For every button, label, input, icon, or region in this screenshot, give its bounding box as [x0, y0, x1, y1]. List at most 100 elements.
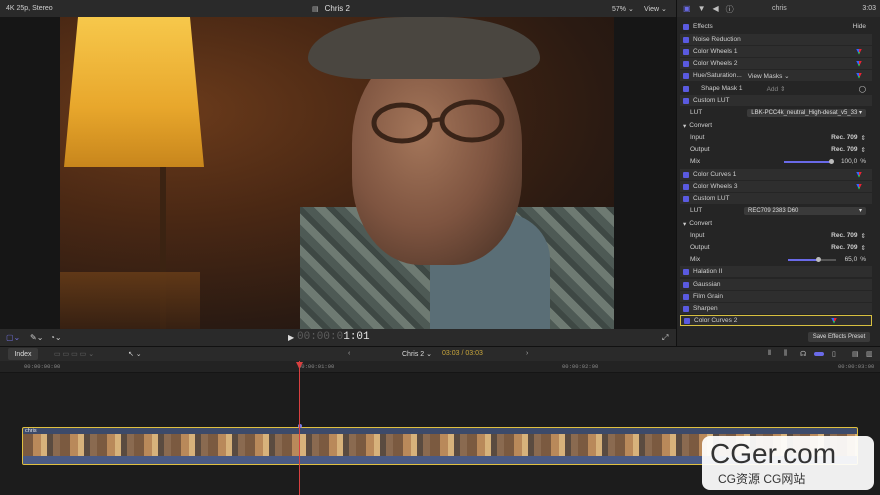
- color-board-icon[interactable]: [856, 72, 862, 79]
- effect-checkbox[interactable]: [683, 36, 689, 43]
- hat-image: [308, 17, 540, 79]
- effect-color-wheels-1[interactable]: Color Wheels 1: [680, 46, 872, 57]
- wand-icon[interactable]: ✎⌄: [30, 333, 43, 342]
- color-inspector-icon[interactable]: ▼: [698, 4, 706, 15]
- effect-sharpen[interactable]: Sharpen: [680, 303, 872, 314]
- mask-shape-icon[interactable]: ◯: [859, 85, 866, 93]
- effect-checkbox[interactable]: [683, 293, 689, 300]
- effect-custom-lut-2[interactable]: Custom LUT: [680, 193, 872, 204]
- view-dropdown[interactable]: View ⌄: [644, 5, 667, 13]
- timeline-project-name[interactable]: Chris 2 ⌄: [402, 350, 432, 358]
- disclosure-triangle-icon[interactable]: ▾: [683, 220, 686, 228]
- effect-checkbox[interactable]: [683, 171, 689, 178]
- color-board-icon[interactable]: [856, 183, 862, 190]
- effect-film-grain[interactable]: Film Grain: [680, 291, 872, 302]
- effect-checkbox[interactable]: [683, 183, 689, 190]
- output-select-1[interactable]: Rec. 709 ⇕: [831, 146, 866, 154]
- clip-tools-icons[interactable]: ▭ ▭ ▭ ▭ ⌄: [54, 350, 94, 358]
- input-row-2: Input Rec. 709 ⇕: [690, 232, 866, 240]
- input-select-1[interactable]: Rec. 709 ⇕: [831, 134, 866, 142]
- mix-slider-1[interactable]: [783, 158, 835, 164]
- mix-row-2: Mix 65,0 %: [690, 256, 866, 263]
- effect-color-wheels-2[interactable]: Color Wheels 2: [680, 58, 872, 69]
- solo-icon[interactable]: [814, 352, 824, 356]
- output-row-2: Output Rec. 709 ⇕: [690, 244, 866, 252]
- effect-color-wheels-3[interactable]: Color Wheels 3: [680, 181, 872, 192]
- effect-checkbox[interactable]: [683, 48, 689, 55]
- effect-gaussian[interactable]: Gaussian: [680, 279, 872, 290]
- effect-hue-saturation[interactable]: Hue/Saturation... View Masks ⌄: [680, 70, 872, 81]
- hide-button[interactable]: Hide: [853, 23, 866, 30]
- effect-checkbox[interactable]: [683, 72, 689, 79]
- convert-header-1[interactable]: ▾ Convert: [680, 120, 872, 131]
- mix-value-1[interactable]: 100,0: [841, 158, 857, 165]
- crop-icon[interactable]: ▢⌄: [6, 333, 20, 342]
- viewer-title: ▤ Chris 2: [312, 4, 350, 13]
- audio-inspector-icon[interactable]: ◀: [712, 4, 718, 15]
- history-forward-icon[interactable]: ›: [526, 350, 528, 357]
- headphones-icon[interactable]: ☊: [800, 350, 806, 358]
- effects-header[interactable]: Effects Hide: [680, 21, 872, 32]
- mix-value-2[interactable]: 65,0: [845, 256, 858, 263]
- slider-knob[interactable]: [829, 158, 835, 164]
- history-back-icon[interactable]: ‹: [348, 350, 350, 357]
- skimming-icon[interactable]: ⫴: [768, 350, 771, 358]
- effect-custom-lut-1[interactable]: Custom LUT: [680, 95, 872, 106]
- effect-color-curves-1[interactable]: Color Curves 1: [680, 169, 872, 180]
- glasses-image: [371, 99, 505, 144]
- effects-checkbox[interactable]: [683, 23, 689, 30]
- view-masks-dropdown[interactable]: View Masks ⌄: [748, 72, 790, 80]
- effect-noise-reduction[interactable]: Noise Reduction: [680, 34, 872, 45]
- effect-checkbox[interactable]: [683, 195, 689, 202]
- ruler-label: 00:00:00:00: [24, 363, 61, 370]
- color-board-icon[interactable]: [856, 171, 862, 178]
- ruler-label: 00:00:01:00: [298, 363, 335, 370]
- zoom-dropdown[interactable]: 57% ⌄: [612, 5, 634, 13]
- effect-checkbox[interactable]: [683, 60, 689, 67]
- index-button[interactable]: Index: [8, 348, 38, 360]
- viewer-format-label: 4K 25p, Stereo: [6, 5, 53, 12]
- effect-checkbox[interactable]: [683, 305, 689, 312]
- disclosure-triangle-icon[interactable]: ▾: [683, 122, 686, 130]
- play-icon[interactable]: ▶: [288, 333, 294, 342]
- viewer-controls: ▢⌄ ✎⌄ ◔⌄ ▶ 00:00:01:01 ⤢: [0, 329, 676, 346]
- inspector-toolbar: ▣ ▼ ◀ ⓘ chris 3:03: [677, 0, 880, 17]
- convert-header-2[interactable]: ▾ Convert: [680, 218, 872, 229]
- mask-checkbox[interactable]: [683, 85, 689, 92]
- timeline-position: 03:03 / 03:03: [442, 350, 483, 357]
- output-select-2[interactable]: Rec. 709 ⇕: [831, 244, 866, 252]
- add-mask-button[interactable]: Add ⇕: [767, 85, 786, 93]
- effect-checkbox[interactable]: [683, 281, 689, 288]
- fullscreen-icon[interactable]: ⤢: [662, 333, 668, 343]
- color-board-icon[interactable]: [856, 48, 862, 55]
- timeline-ruler[interactable]: 00:00:00:00 00:00:01:00 00:00:02:00 00:0…: [0, 361, 880, 373]
- shape-mask-row[interactable]: Shape Mask 1 Add ⇕ ◯: [680, 83, 872, 94]
- color-board-icon[interactable]: [856, 60, 862, 67]
- input-select-2[interactable]: Rec. 709 ⇕: [831, 232, 866, 240]
- video-inspector-icon[interactable]: ▣: [683, 4, 691, 15]
- effect-color-curves-2[interactable]: Color Curves 2: [680, 315, 872, 326]
- video-frame: [60, 17, 614, 329]
- snapping-icon[interactable]: ▯: [832, 350, 836, 358]
- mix-slider-2[interactable]: [787, 256, 836, 262]
- save-effects-preset-button[interactable]: Save Effects Preset: [808, 332, 870, 342]
- inspector-duration: 3:03: [862, 5, 876, 12]
- select-tool-icon[interactable]: ↖ ⌄: [128, 350, 142, 358]
- speed-icon[interactable]: ◔⌄: [50, 333, 62, 342]
- slider-knob[interactable]: [816, 256, 822, 262]
- effect-halation[interactable]: Halation II: [680, 266, 872, 277]
- effect-checkbox[interactable]: [683, 97, 689, 104]
- audio-skimming-icon[interactable]: ⫼: [784, 350, 787, 358]
- watermark: CGer.com CG资源 CG网站: [702, 436, 874, 490]
- color-board-icon[interactable]: [831, 317, 837, 324]
- clip-appearance-icon[interactable]: ▤: [852, 350, 859, 358]
- watermark-subtitle: CG资源 CG网站: [718, 472, 806, 486]
- mix-row-1: Mix 100,0 %: [690, 158, 866, 165]
- playhead[interactable]: [299, 361, 300, 495]
- lut-dropdown-2[interactable]: REC709 2383 D60 ▾: [744, 206, 866, 215]
- lut-dropdown-1[interactable]: LBK-PCC4k_neutral_High-desat_v5_33 ▾: [747, 108, 866, 117]
- timeline-index-icon[interactable]: ▥: [866, 350, 873, 358]
- effect-checkbox[interactable]: [683, 268, 689, 275]
- info-inspector-icon[interactable]: ⓘ: [726, 4, 734, 15]
- effect-checkbox[interactable]: [684, 317, 690, 324]
